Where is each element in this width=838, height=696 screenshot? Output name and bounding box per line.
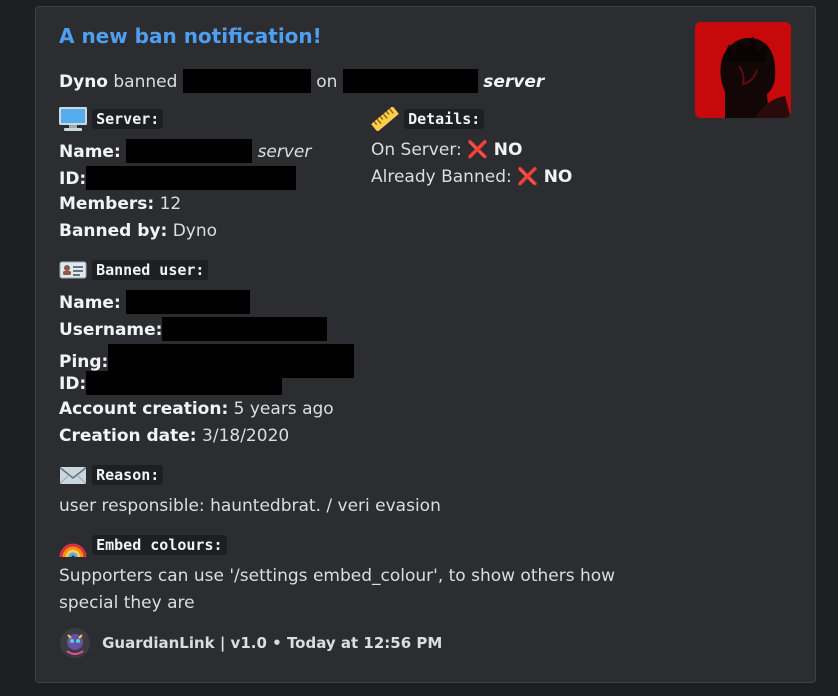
- creation-date-value: 3/18/2020: [202, 426, 290, 446]
- username-label: Username:: [59, 320, 163, 340]
- members-label: Members:: [59, 194, 155, 214]
- redacted-user-id: [86, 371, 283, 395]
- account-creation-row: Account creation: 5 years ago: [59, 398, 334, 420]
- envelope-icon: [59, 463, 87, 487]
- embed-colours-line2: special they are: [59, 593, 195, 613]
- account-creation-label: Account creation:: [59, 399, 229, 419]
- already-banned-row: Already Banned: ❌ NO: [371, 166, 572, 188]
- reason-heading: Reason:: [59, 463, 164, 487]
- footer-avatar[interactable]: [59, 627, 91, 659]
- thumbnail-image[interactable]: [695, 22, 791, 118]
- banned-by-label: Banned by:: [59, 221, 168, 241]
- actor-name: Dyno: [59, 72, 108, 92]
- user-username-row: Username:: [59, 317, 328, 341]
- embed-footer: GuardianLink | v1.0 • Today at 12:56 PM: [59, 627, 442, 659]
- account-creation-value: 5 years ago: [233, 399, 334, 419]
- intro-verb: banned: [113, 72, 178, 92]
- server-id-row: ID:: [59, 166, 297, 190]
- cross-mark-icon: ❌: [517, 167, 539, 187]
- ping-label: Ping:: [59, 352, 109, 372]
- on-server-value: NO: [493, 140, 523, 160]
- server-name-suffix: server: [257, 142, 312, 162]
- intro-line: Dyno banned on server: [59, 69, 544, 93]
- server-name-row: Name: server: [59, 139, 311, 163]
- embed-colours-heading-label: Embed colours:: [92, 535, 227, 555]
- members-value: 12: [159, 194, 182, 214]
- user-id-label: ID:: [59, 374, 87, 394]
- details-heading: Details:: [371, 106, 485, 132]
- embed-title[interactable]: A new ban notification!: [59, 24, 322, 48]
- server-banned-by-row: Banned by: Dyno: [59, 220, 217, 242]
- user-name-row: Name:: [59, 290, 251, 314]
- server-members-row: Members: 12: [59, 193, 181, 215]
- redacted-server-id: [86, 166, 297, 190]
- server-id-label: ID:: [59, 169, 87, 189]
- banned-user-heading: Banned user:: [59, 258, 209, 282]
- server-name-label: Name:: [59, 142, 121, 162]
- creation-date-row: Creation date: 3/18/2020: [59, 425, 289, 447]
- details-heading-label: Details:: [404, 109, 485, 129]
- already-banned-value: NO: [543, 167, 573, 187]
- embed-colours-line1: Supporters can use '/settings embed_colo…: [59, 566, 616, 586]
- redacted-username: [162, 317, 328, 341]
- creation-date-label: Creation date:: [59, 426, 197, 446]
- embed-colours-heading: Embed colours:: [59, 533, 227, 558]
- banned-by-value: Dyno: [172, 221, 218, 241]
- banned-user-heading-label: Banned user:: [92, 260, 209, 280]
- rainbow-icon: [59, 533, 87, 558]
- intro-server-suffix: server: [483, 72, 545, 92]
- redacted-user: [182, 69, 311, 93]
- redacted-user-name: [126, 290, 251, 314]
- ruler-icon: [371, 106, 399, 132]
- desktop-computer-icon: [59, 107, 87, 131]
- already-banned-label: Already Banned:: [371, 167, 512, 187]
- redacted-server-name: [126, 139, 253, 163]
- redacted-server: [342, 69, 478, 93]
- cross-mark-icon: ❌: [467, 140, 489, 160]
- on-server-label: On Server:: [371, 140, 462, 160]
- on-server-row: On Server: ❌ NO: [371, 139, 522, 161]
- id-card-icon: [59, 258, 87, 282]
- server-heading-label: Server:: [92, 109, 164, 129]
- user-id-row: ID:: [59, 371, 283, 395]
- reason-text: user responsible: hauntedbrat. / veri ev…: [59, 496, 441, 516]
- reason-heading-label: Reason:: [92, 465, 164, 485]
- footer-text: GuardianLink | v1.0 • Today at 12:56 PM: [102, 634, 443, 652]
- user-name-label: Name:: [59, 293, 121, 313]
- intro-on: on: [316, 72, 338, 92]
- server-heading: Server:: [59, 107, 164, 131]
